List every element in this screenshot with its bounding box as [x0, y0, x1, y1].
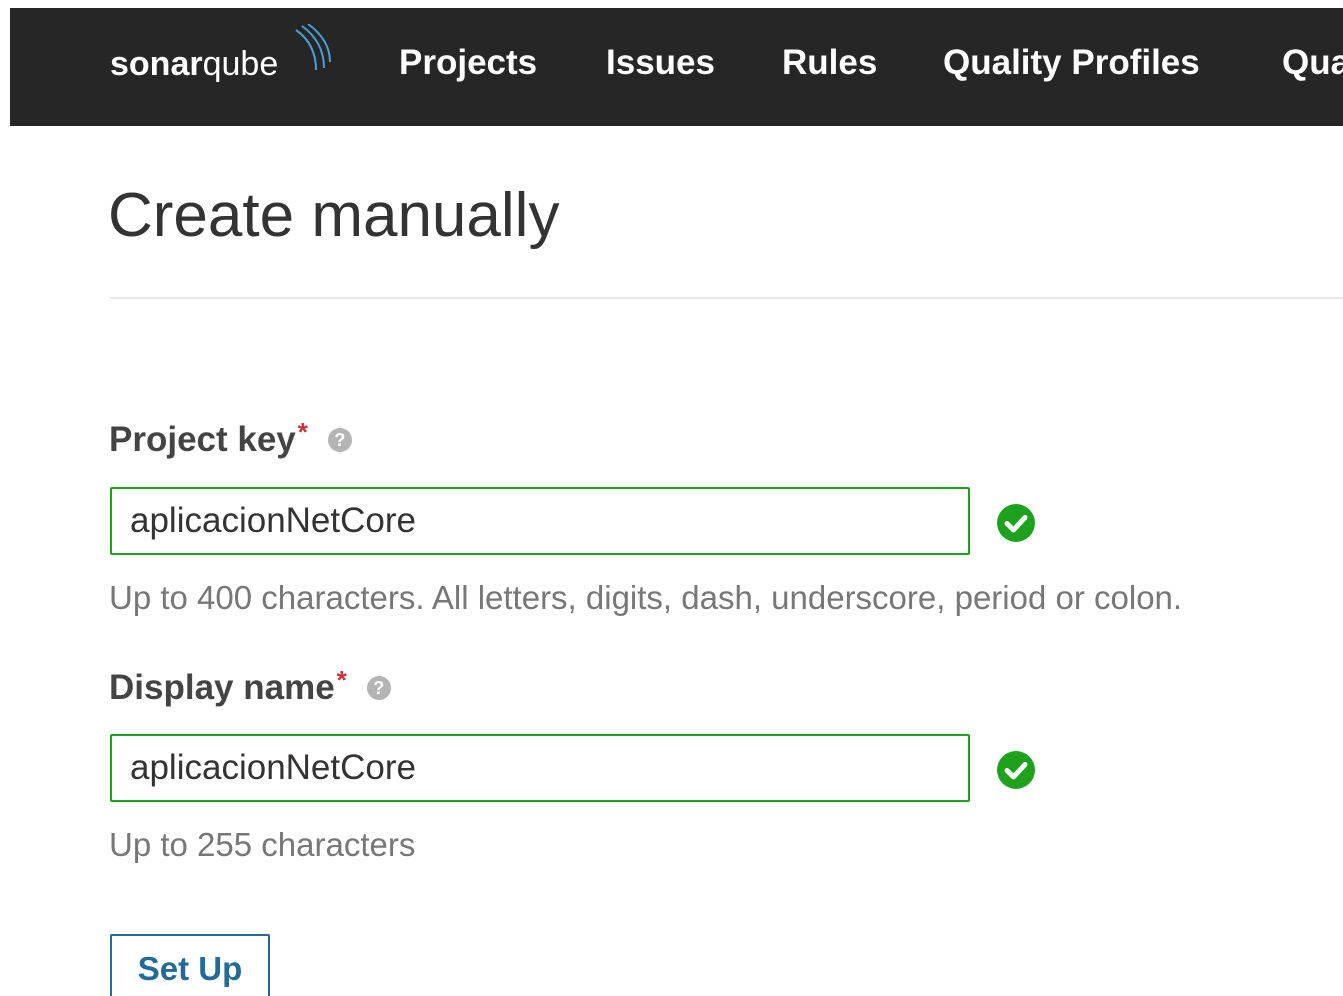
- check-circle-icon: [997, 504, 1035, 542]
- project-key-input[interactable]: [110, 487, 970, 555]
- page-title: Create manually: [108, 181, 560, 250]
- logo-waves-icon: [295, 24, 331, 71]
- logo-text-qube: qube: [202, 44, 279, 83]
- nav-item-quality-profiles[interactable]: Quality Profiles: [943, 38, 1200, 88]
- question-circle-icon[interactable]: ?: [327, 428, 352, 452]
- project-key-hint: Up to 400 characters. All letters, digit…: [109, 579, 1183, 616]
- display-name-input[interactable]: [110, 734, 970, 802]
- project-key-label-text: Project key: [109, 420, 296, 459]
- display-name-label-text: Display name: [109, 668, 335, 707]
- check-circle-icon: [997, 751, 1035, 789]
- required-asterisk: *: [297, 417, 308, 447]
- project-key-label: Project key * ?: [109, 417, 352, 462]
- required-asterisk: *: [336, 665, 347, 695]
- nav-item-issues[interactable]: Issues: [606, 38, 715, 88]
- nav-item-rules[interactable]: Rules: [782, 38, 877, 88]
- question-circle-icon[interactable]: ?: [366, 676, 391, 700]
- set-up-button[interactable]: Set Up: [110, 934, 270, 996]
- nav-item-quality-gates[interactable]: Qua: [1282, 38, 1343, 88]
- display-name-hint: Up to 255 characters: [109, 826, 416, 863]
- display-name-label: Display name * ?: [109, 665, 391, 710]
- logo-text-sonar: sonar: [110, 44, 203, 83]
- top-navbar: sonar qube Projects Issues Rules Quality …: [10, 8, 1343, 126]
- title-divider: [110, 297, 1343, 299]
- sonarqube-logo[interactable]: sonar qube: [110, 24, 331, 94]
- nav-item-projects[interactable]: Projects: [399, 38, 537, 88]
- page-root: sonar qube Projects Issues Rules Quality …: [0, 0, 1343, 996]
